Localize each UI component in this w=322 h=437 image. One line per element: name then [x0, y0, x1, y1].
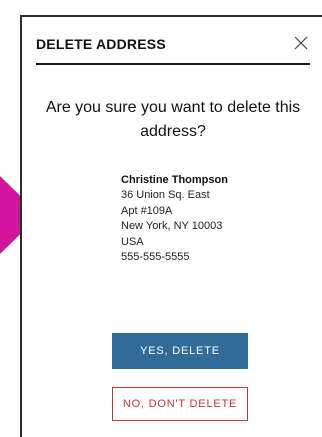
- delete-address-modal: DELETE ADDRESS Are you sure you want to …: [20, 15, 322, 437]
- address-name: Christine Thompson: [121, 174, 228, 186]
- close-button[interactable]: [292, 34, 310, 52]
- confirmation-question: Are you sure you want to delete this add…: [45, 99, 301, 140]
- address-line-1: 36 Union Sq. East: [121, 189, 210, 202]
- screen: DELETE ADDRESS Are you sure you want to …: [0, 0, 322, 437]
- modal-title: DELETE ADDRESS: [36, 36, 166, 52]
- address-city-state-zip: New York, NY 10003: [121, 220, 223, 233]
- no-dont-delete-button[interactable]: NO, DON'T DELETE: [112, 387, 248, 421]
- close-icon: [294, 36, 308, 50]
- address-line-2: Apt #109A: [121, 204, 173, 217]
- modal-header: DELETE ADDRESS: [36, 33, 310, 65]
- yes-delete-button[interactable]: YES, DELETE: [112, 333, 248, 369]
- address-phone: 555-555-5555: [121, 251, 190, 264]
- address-country: USA: [121, 235, 144, 248]
- address-block: Christine Thompson 36 Union Sq. East Apt…: [121, 173, 228, 265]
